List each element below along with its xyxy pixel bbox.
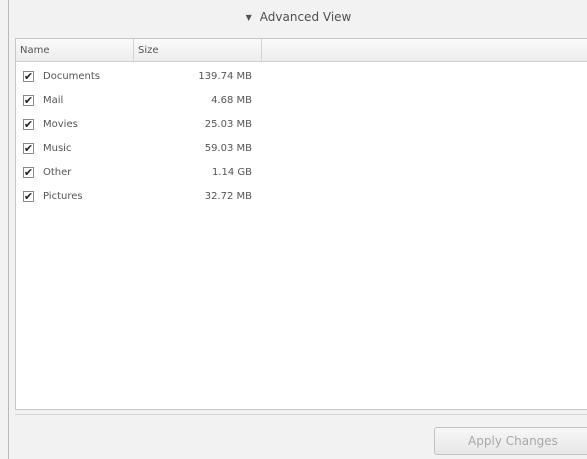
dialog-window: ▼ Advanced View Name Size ✔ Documents 13… <box>8 0 587 459</box>
apply-changes-button[interactable]: Apply Changes <box>434 427 587 455</box>
name-cell: ✔ Music <box>16 142 134 154</box>
name-cell: ✔ Documents <box>16 70 134 82</box>
column-header-name[interactable]: Name <box>16 39 134 61</box>
checkbox-pictures[interactable]: ✔ <box>23 190 34 202</box>
tree-row-music[interactable]: ✔ Music 59.03 MB <box>16 136 587 160</box>
tree-rows: ✔ Documents 139.74 MB ✔ Mail 4.68 MB ✔ M… <box>16 62 587 208</box>
name-cell: ✔ Pictures <box>16 190 134 202</box>
column-header-size[interactable]: Size <box>134 39 262 61</box>
row-label: Music <box>43 142 72 154</box>
tree-header: Name Size <box>16 39 587 62</box>
name-cell: ✔ Mail <box>16 94 134 106</box>
checkbox-documents[interactable]: ✔ <box>23 70 34 82</box>
size-cell: 32.72 MB <box>204 190 252 202</box>
size-cell: 25.03 MB <box>204 118 252 130</box>
tree-row-other[interactable]: ✔ Other 1.14 GB <box>16 160 587 184</box>
name-cell: ✔ Movies <box>16 118 134 130</box>
column-header-filler <box>262 39 587 61</box>
size-cell: 139.74 MB <box>198 70 252 82</box>
triangle-down-icon: ▼ <box>245 12 252 22</box>
expander-label: Advanced View <box>259 10 352 24</box>
tree-row-mail[interactable]: ✔ Mail 4.68 MB <box>16 88 587 112</box>
footer-separator <box>15 414 587 415</box>
advanced-view-expander[interactable]: ▼ Advanced View <box>9 4 587 30</box>
size-cell: 59.03 MB <box>204 142 252 154</box>
name-cell: ✔ Other <box>16 166 134 178</box>
row-label: Documents <box>43 70 101 82</box>
checkbox-movies[interactable]: ✔ <box>23 118 34 130</box>
tree-row-pictures[interactable]: ✔ Pictures 32.72 MB <box>16 184 587 208</box>
row-label: Mail <box>43 94 64 106</box>
tree-row-documents[interactable]: ✔ Documents 139.74 MB <box>16 64 587 88</box>
row-label: Other <box>43 166 72 178</box>
checkbox-music[interactable]: ✔ <box>23 142 34 154</box>
size-cell: 1.14 GB <box>211 166 252 178</box>
tree-row-movies[interactable]: ✔ Movies 25.03 MB <box>16 112 587 136</box>
row-label: Movies <box>43 118 78 130</box>
checkbox-mail[interactable]: ✔ <box>23 94 34 106</box>
size-cell: 4.68 MB <box>211 94 252 106</box>
checkbox-other[interactable]: ✔ <box>23 166 34 178</box>
folder-tree-view[interactable]: Name Size ✔ Documents 139.74 MB ✔ Mail 4… <box>15 38 587 410</box>
row-label: Pictures <box>43 190 83 202</box>
